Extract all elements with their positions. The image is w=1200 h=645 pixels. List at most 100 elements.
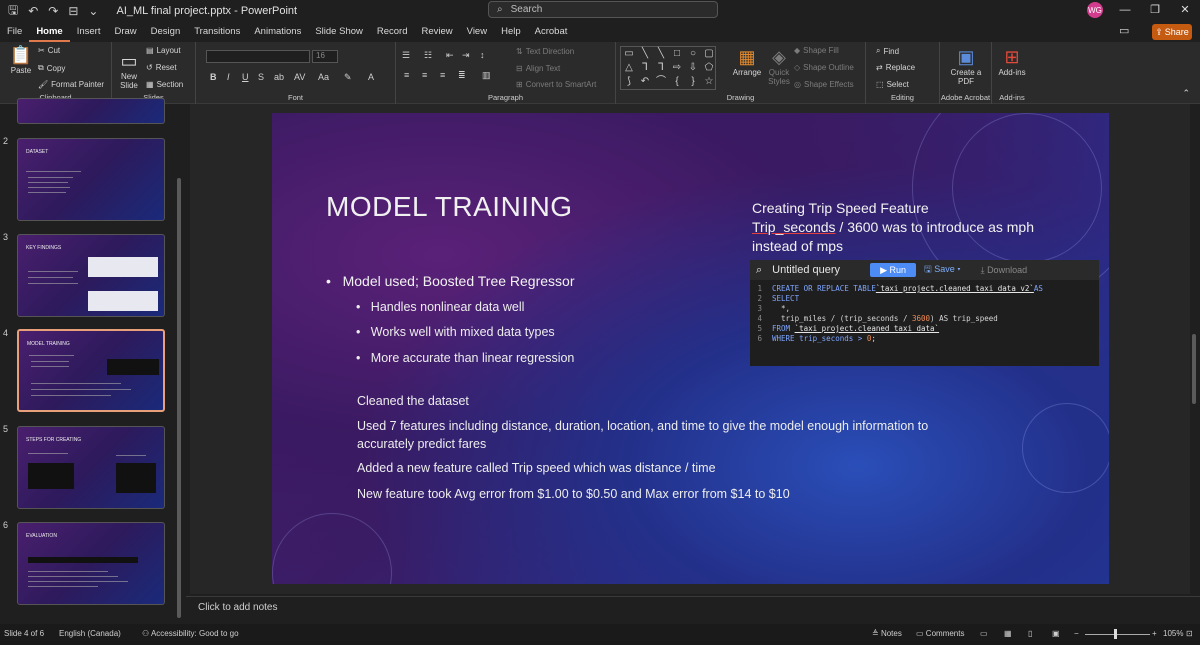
line-shape-icon[interactable]: ╲ (637, 47, 653, 61)
current-slide[interactable]: MODEL TRAINING • Model used; Boosted Tre… (272, 113, 1109, 584)
addins-button[interactable]: ⊞ Add-ins (994, 46, 1030, 77)
collapse-ribbon-icon[interactable]: ⌃ (1182, 88, 1190, 99)
tab-view[interactable]: View (460, 22, 494, 42)
arrow-shape-icon[interactable]: ⇨ (669, 61, 685, 75)
query-screenshot[interactable]: ⌕ Untitled query ▶ Run 🖫 Save ▾ ⤓ Downlo… (750, 260, 1099, 366)
elbow-shape-icon[interactable]: ⅂ (637, 61, 653, 75)
rectangle-shape-icon[interactable]: □ (669, 47, 685, 61)
tab-home[interactable]: Home (29, 22, 70, 42)
rounded-rect-shape-icon[interactable]: ▢ (701, 47, 717, 61)
comments-icon[interactable]: ▭ (1119, 24, 1129, 37)
slide-scrollbar[interactable] (1190, 104, 1198, 594)
columns-icon[interactable]: ▥ (482, 70, 491, 81)
align-center-icon[interactable]: ≡ (422, 70, 427, 80)
quick-styles-button[interactable]: ◈ Quick Styles (764, 46, 794, 86)
tab-review[interactable]: Review (415, 22, 460, 42)
star-shape-icon[interactable]: ☆ (701, 75, 717, 89)
highlight-icon[interactable]: ✎ (344, 72, 352, 83)
minimize-icon[interactable]: — (1110, 0, 1140, 22)
slideshow-icon[interactable]: ▣ (1052, 629, 1060, 638)
font-size-field[interactable]: 16 (312, 50, 338, 63)
line-shape-icon[interactable]: ╲ (653, 47, 669, 61)
reading-view-icon[interactable]: ▯ (1028, 629, 1032, 638)
textbox-shape-icon[interactable]: ▭ (621, 47, 637, 61)
shadow-icon[interactable]: S (258, 72, 264, 82)
brace-shape-icon[interactable]: } (685, 75, 701, 89)
bullet-sub[interactable]: • Handles nonlinear data well (356, 300, 524, 314)
accessibility-status[interactable]: ⚇ Accessibility: Good to go (142, 629, 239, 638)
zoom-in-icon[interactable]: + (1152, 629, 1157, 638)
triangle-shape-icon[interactable]: △ (621, 61, 637, 75)
format-painter-button[interactable]: 🖌 Format Painter (38, 80, 104, 89)
tab-animations[interactable]: Animations (247, 22, 308, 42)
curve-shape-icon[interactable]: ⟆ (621, 75, 637, 89)
arrow-shape-icon[interactable]: ⇩ (685, 61, 701, 75)
bullet-main[interactable]: • Model used; Boosted Tree Regressor (326, 273, 574, 289)
zoom-slider[interactable] (1085, 634, 1150, 635)
tab-transitions[interactable]: Transitions (187, 22, 247, 42)
tab-file[interactable]: File (0, 22, 29, 42)
maximize-icon[interactable]: ❐ (1140, 0, 1170, 22)
convert-smartart-button[interactable]: ⊞ Convert to SmartArt (516, 80, 596, 89)
shape-effects-button[interactable]: ◎ Shape Effects (794, 80, 854, 89)
italic-icon[interactable]: I (227, 72, 230, 82)
slide-thumbnail-selected[interactable]: MODEL TRAINING (17, 329, 165, 412)
trip-speed-text[interactable]: Added a new feature called Trip speed wh… (357, 459, 716, 477)
slide-title[interactable]: MODEL TRAINING (326, 191, 573, 223)
tab-record[interactable]: Record (370, 22, 415, 42)
scrollbar-handle[interactable] (1192, 334, 1196, 404)
bullets-icon[interactable]: ☰ (402, 50, 410, 61)
tab-slide-show[interactable]: Slide Show (308, 22, 370, 42)
elbow-shape-icon[interactable]: ⅂ (653, 61, 669, 75)
paste-button[interactable]: 📋 Paste (6, 44, 36, 75)
zoom-level[interactable]: 105% (1163, 629, 1183, 638)
zoom-slider-thumb[interactable] (1114, 629, 1117, 639)
align-left-icon[interactable]: ≡ (404, 70, 409, 80)
features-text[interactable]: Used 7 features including distance, dura… (357, 417, 967, 453)
bold-icon[interactable]: B (210, 72, 217, 82)
tab-design[interactable]: Design (144, 22, 188, 42)
slide-thumbnail[interactable]: KEY FINDINGS (17, 234, 165, 317)
share-button[interactable]: ⇪ Share (1152, 24, 1192, 40)
tab-acrobat[interactable]: Acrobat (528, 22, 575, 42)
curve-shape-icon[interactable]: ↶ (637, 75, 653, 89)
pentagon-shape-icon[interactable]: ⬠ (701, 61, 717, 75)
align-right-icon[interactable]: ≡ (440, 70, 445, 80)
slide-thumbnail-partial[interactable] (17, 98, 165, 124)
search-box[interactable]: ⌕ Search (488, 1, 718, 18)
arrange-button[interactable]: ▦ Arrange (730, 46, 764, 77)
close-icon[interactable]: ✕ (1170, 0, 1200, 22)
comments-button[interactable]: ▭ Comments (916, 629, 964, 638)
tab-draw[interactable]: Draw (107, 22, 143, 42)
numbering-icon[interactable]: ☷ (424, 50, 432, 61)
bullet-sub[interactable]: • Works well with mixed data types (356, 325, 555, 339)
cleaned-text[interactable]: Cleaned the dataset (357, 392, 469, 410)
scrollbar-handle[interactable] (177, 178, 181, 618)
brace-shape-icon[interactable]: { (669, 75, 685, 89)
copy-button[interactable]: ⧉ Copy (38, 63, 65, 73)
notes-button[interactable]: ≜ Notes (872, 629, 902, 638)
error-text[interactable]: New feature took Avg error from $1.00 to… (357, 485, 790, 503)
reset-button[interactable]: ↺ Reset (146, 63, 177, 72)
shape-outline-button[interactable]: ◇ Shape Outline (794, 63, 854, 72)
change-case-icon[interactable]: Aa (318, 72, 329, 82)
justify-icon[interactable]: ≣ (458, 70, 466, 81)
shapes-gallery[interactable]: ▭ ╲ ╲ □ ○ ▢ △ ⅂ ⅂ ⇨ ⇩ ⬠ ⟆ ↶ ⌒{} ☆ (620, 46, 716, 90)
create-pdf-button[interactable]: ▣ Create a PDF (944, 46, 988, 86)
font-name-field[interactable] (206, 50, 310, 63)
increase-indent-icon[interactable]: ⇥ (462, 50, 470, 61)
undo-icon[interactable]: ↶ (28, 4, 38, 18)
font-color-icon[interactable]: A (368, 72, 374, 82)
bullet-sub[interactable]: • More accurate than linear regression (356, 351, 574, 365)
trip-speed-heading[interactable]: Creating Trip Speed Feature Trip_seconds… (752, 199, 1072, 256)
spacing-icon[interactable]: AV (294, 72, 305, 82)
slide-thumbnail[interactable]: STEPS FOR CREATING (17, 426, 165, 509)
select-button[interactable]: ⬚ Select (876, 80, 909, 89)
strikethrough-icon[interactable]: ab (274, 72, 284, 82)
curve-shape-icon[interactable]: ⌒ (653, 75, 669, 89)
zoom-out-icon[interactable]: − (1074, 629, 1079, 638)
tab-insert[interactable]: Insert (70, 22, 108, 42)
cut-button[interactable]: ✂ Cut (38, 46, 60, 55)
notes-pane[interactable]: Click to add notes (186, 596, 1200, 620)
shape-fill-button[interactable]: ◆ Shape Fill (794, 46, 839, 55)
